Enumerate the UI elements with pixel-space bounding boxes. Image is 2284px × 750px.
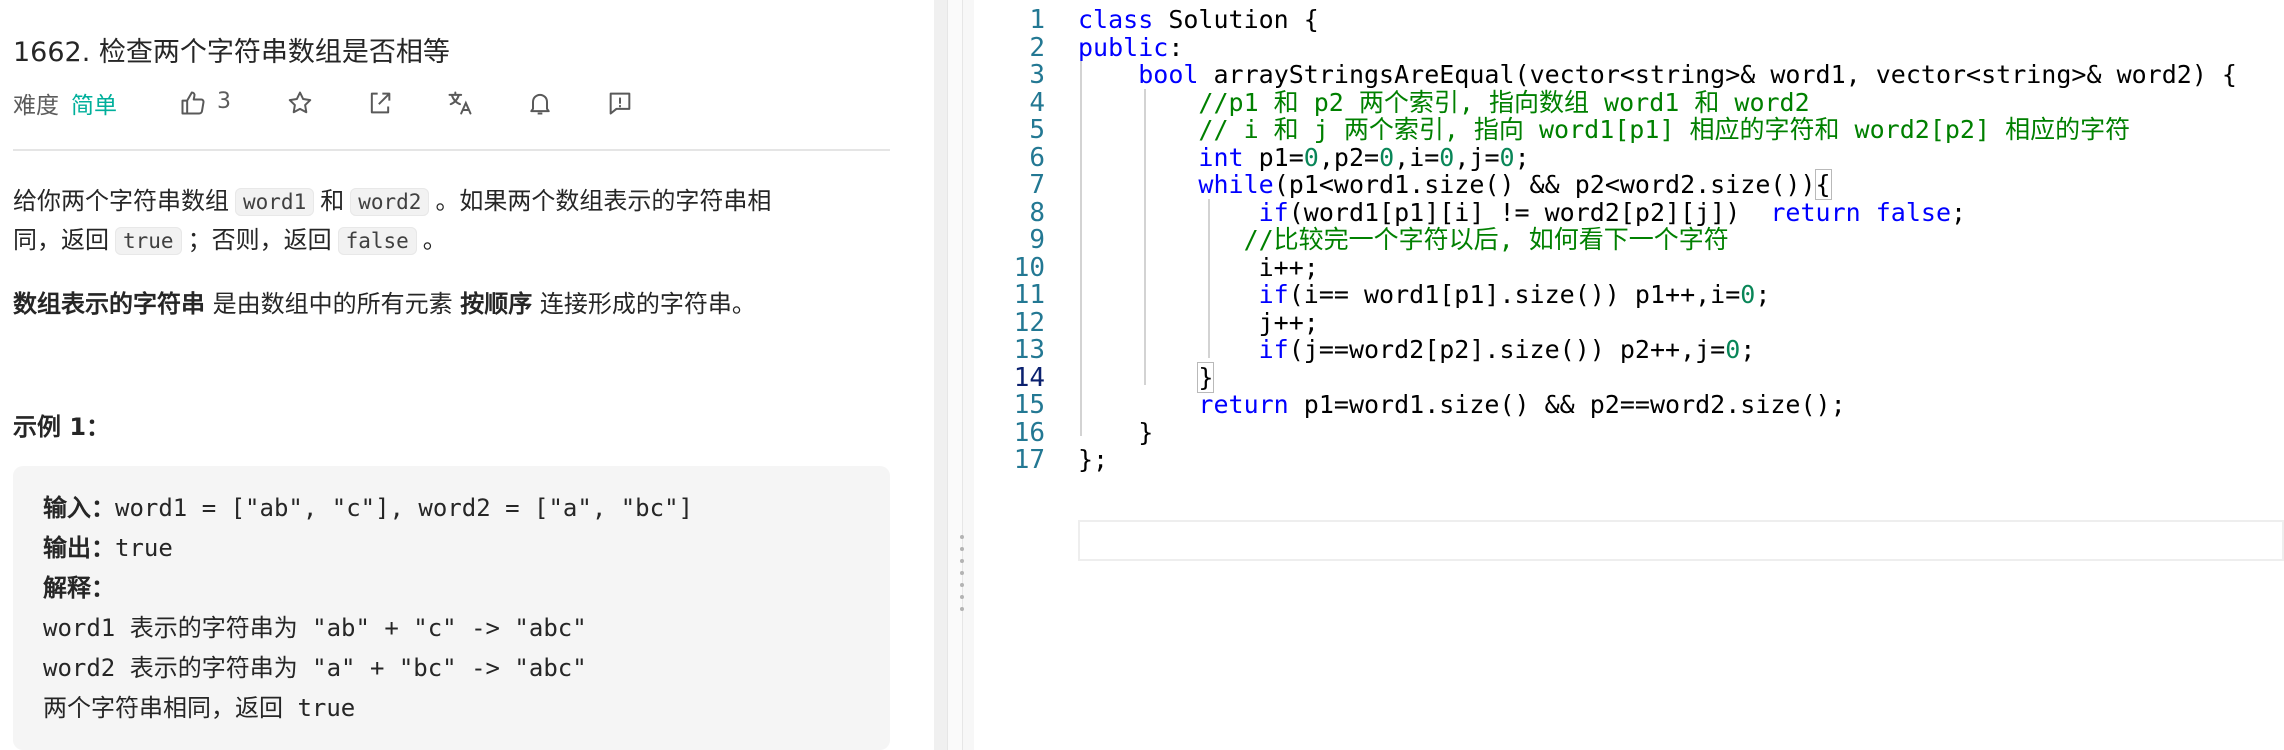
example-explanation-line: word2 表示的字符串为 "a" + "bc" -> "abc" xyxy=(43,654,587,682)
example-key: 解释： xyxy=(43,574,115,602)
code-text[interactable]: }; xyxy=(1078,440,1108,480)
share-icon[interactable] xyxy=(363,86,397,120)
drag-handle-icon[interactable] xyxy=(960,535,964,625)
example-output: 输出：true xyxy=(43,528,860,568)
example-value: true xyxy=(115,534,173,562)
like-count: 3 xyxy=(217,89,231,114)
indent-guide xyxy=(1144,88,1146,385)
description-line: 同，返回 true ；否则，返回 false。 xyxy=(13,220,447,255)
inline-code-word2: word2 xyxy=(350,188,430,216)
difficulty-label: 难度 xyxy=(13,93,59,119)
example-explanation-line: word1 表示的字符串为 "ab" + "c" -> "abc" xyxy=(43,614,587,642)
problem-meta-row: 难度 简单 xyxy=(13,86,117,120)
line-number: 17 xyxy=(1013,445,1045,475)
inline-code-false: false xyxy=(337,227,417,255)
description-bold: 数组表示的字符串 xyxy=(13,290,205,318)
current-line-highlight xyxy=(1078,520,2284,561)
problem-panel: 1662. 检查两个字符串数组是否相等 难度 简单 3 给你两个字符串数组 wo… xyxy=(0,0,934,750)
bell-icon[interactable] xyxy=(523,86,557,120)
example-key: 输出： xyxy=(43,534,115,562)
description-text: 给你两个字符串数组 xyxy=(13,187,229,215)
code-editor[interactable]: 1 class Solution {2 public: 3 bool arrayStr… xyxy=(974,0,2284,750)
indent-guide xyxy=(1208,198,1210,358)
description-text: ；否则，返回 xyxy=(187,226,332,254)
difficulty-badge: 简单 xyxy=(71,93,117,119)
description-text: 。如果两个数组表示的字符串相 xyxy=(435,187,772,215)
example-value: word1 = ["ab", "c"], word2 = ["a", "bc"] xyxy=(115,494,693,522)
left-panel-scrollbar[interactable] xyxy=(934,0,948,750)
description-bold: 按顺序 xyxy=(460,290,533,318)
example-explanation-line: 两个字符串相同，返回 true xyxy=(43,694,356,722)
translate-icon[interactable] xyxy=(443,86,477,120)
description-line: 数组表示的字符串 是由数组中的所有元素 按顺序 连接形成的字符串。 xyxy=(13,284,756,319)
example-explanation-label: 解释： xyxy=(43,568,860,608)
description-text: 是由数组中的所有元素 xyxy=(212,290,453,318)
inline-code-word1: word1 xyxy=(235,188,315,216)
description-text: 同，返回 xyxy=(13,226,109,254)
thumbs-up-icon[interactable] xyxy=(176,86,210,120)
star-icon[interactable] xyxy=(283,86,317,120)
code-line[interactable]: 17}; xyxy=(974,440,2284,480)
example-input: 输入：word1 = ["ab", "c"], word2 = ["a", "b… xyxy=(43,488,860,528)
description-text: 连接形成的字符串。 xyxy=(539,290,756,318)
example-box: 输入：word1 = ["ab", "c"], word2 = ["a", "b… xyxy=(13,466,890,750)
example-key: 输入： xyxy=(43,494,115,522)
example-title: 示例 1： xyxy=(13,413,111,441)
description-text: 。 xyxy=(422,226,447,254)
inline-code-true: true xyxy=(115,227,182,255)
description-line: 给你两个字符串数组 word1 和 word2 。如果两个数组表示的字符串相 xyxy=(13,181,771,216)
code-token: }; xyxy=(1078,445,1109,474)
splitter-edge xyxy=(962,0,974,750)
problem-title: 1662. 检查两个字符串数组是否相等 xyxy=(13,37,450,68)
indent-guide xyxy=(1080,61,1082,436)
description-text: 和 xyxy=(320,187,345,215)
feedback-icon[interactable] xyxy=(603,86,637,120)
divider xyxy=(13,149,890,151)
